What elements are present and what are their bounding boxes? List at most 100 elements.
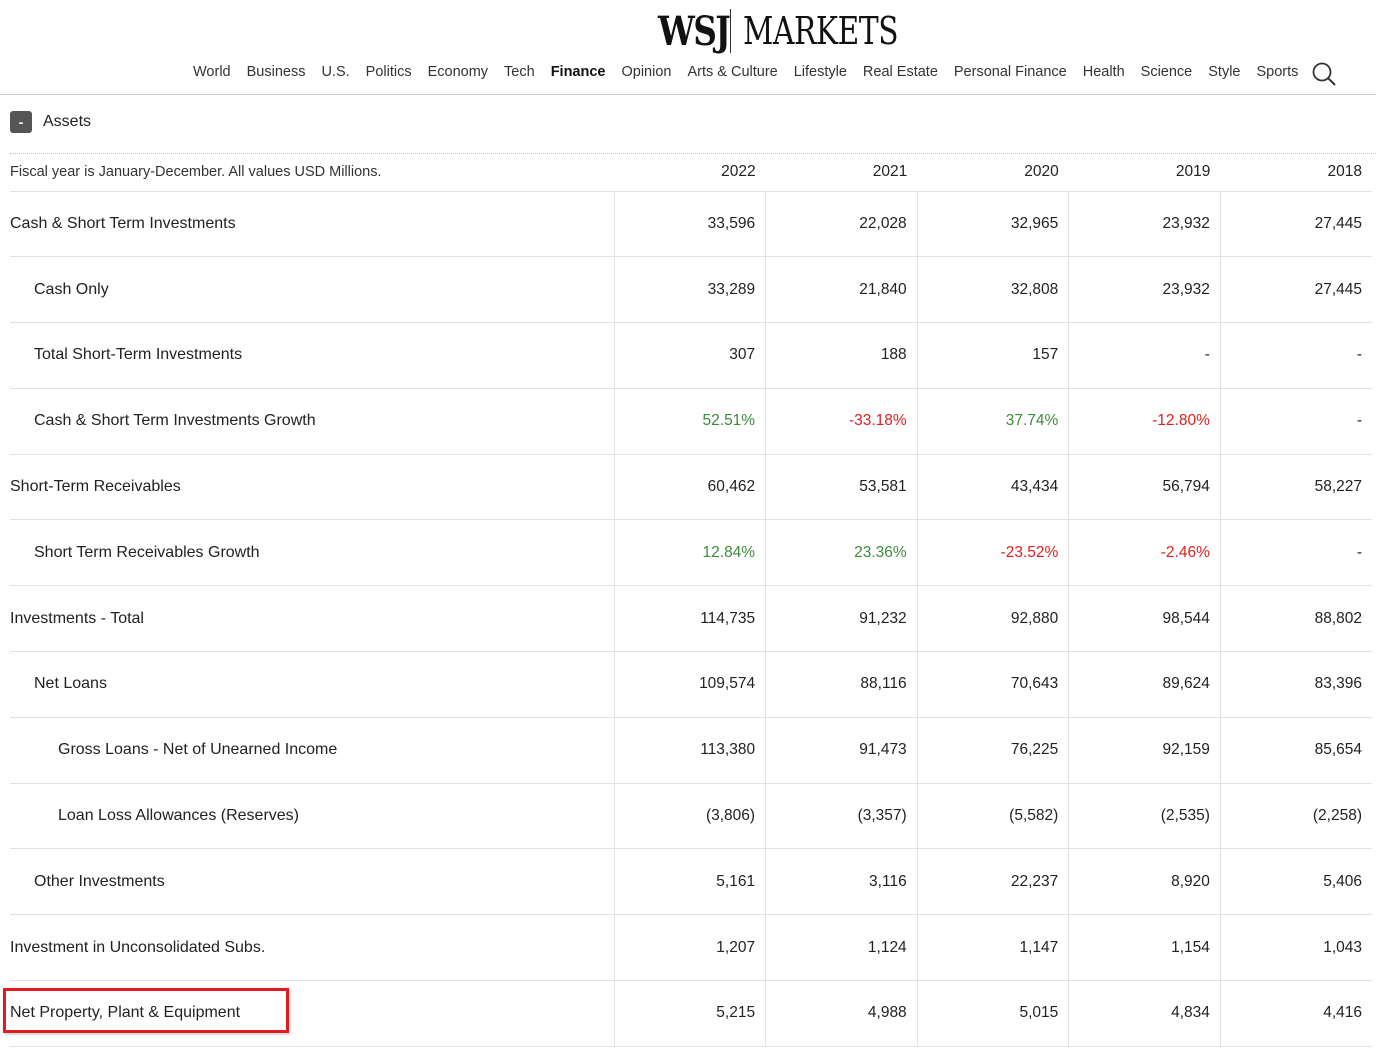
table-row: Investment in Unconsolidated Subs. 1,207 1… bbox=[10, 914, 1372, 982]
cell-value: 5,406 bbox=[1219, 848, 1372, 916]
cell-value: 88,802 bbox=[1219, 585, 1372, 653]
masthead: WSJ MARKETS World Business U.S. Politics Eco… bbox=[0, 0, 1376, 95]
cell-value: 60,462 bbox=[613, 454, 766, 521]
cell-value: 114,735 bbox=[613, 585, 766, 653]
year-header: 2018 bbox=[1220, 154, 1372, 192]
row-label: Investment in Unconsolidated Subs. bbox=[10, 914, 614, 982]
row-label: Total Short-Term Investments bbox=[10, 322, 614, 389]
row-label: Cash & Short Term Investments bbox=[10, 191, 614, 258]
cell-value: 4,988 bbox=[765, 980, 918, 1047]
nav-link-u-s[interactable]: U.S. bbox=[313, 64, 357, 80]
nav-link-finance[interactable]: Finance bbox=[543, 64, 614, 80]
row-label: Cash Only bbox=[10, 256, 614, 324]
cell-value: (5,582) bbox=[916, 783, 1069, 850]
cell-value: 52.51% bbox=[613, 388, 766, 455]
cell-value: 88,116 bbox=[765, 651, 918, 718]
cell-value: 22,237 bbox=[916, 848, 1069, 916]
cell-value: 56,794 bbox=[1068, 454, 1221, 521]
cell-value: 1,043 bbox=[1219, 914, 1372, 982]
financials-table: Fiscal year is January-December. All val… bbox=[10, 154, 1372, 1047]
cell-value: 22,028 bbox=[765, 191, 918, 258]
row-label: Gross Loans - Net of Unearned Income bbox=[10, 717, 614, 784]
row-label: Short-Term Receivables bbox=[10, 454, 614, 521]
cell-value: 12.84% bbox=[613, 519, 766, 587]
nav-link-personal-finance[interactable]: Personal Finance bbox=[946, 64, 1075, 80]
table-row: Gross Loans - Net of Unearned Income 113,… bbox=[10, 717, 1372, 784]
nav-link-health[interactable]: Health bbox=[1075, 64, 1133, 80]
row-label: Net Property, Plant & Equipment bbox=[10, 980, 614, 1047]
cell-value: -23.52% bbox=[916, 519, 1069, 587]
cell-value: 91,232 bbox=[765, 585, 918, 653]
cell-value: 92,159 bbox=[1068, 717, 1221, 784]
row-label: Investments - Total bbox=[10, 585, 614, 653]
fiscal-note: Fiscal year is January-December. All val… bbox=[10, 154, 614, 192]
nav-link-real-estate[interactable]: Real Estate bbox=[855, 64, 946, 80]
search-icon[interactable] bbox=[1310, 60, 1338, 88]
cell-value: 33,289 bbox=[613, 256, 766, 324]
nav-link-business[interactable]: Business bbox=[239, 64, 314, 80]
wsj-markets-logo[interactable]: WSJ MARKETS bbox=[658, 8, 942, 55]
cell-value: 92,880 bbox=[916, 585, 1069, 653]
cell-value: -33.18% bbox=[765, 388, 918, 455]
cell-value: 32,808 bbox=[916, 256, 1069, 324]
cell-value: -12.80% bbox=[1068, 388, 1221, 455]
cell-value: 27,445 bbox=[1219, 256, 1372, 324]
logo-divider bbox=[730, 9, 731, 53]
table-row: Loan Loss Allowances (Reserves) (3,806) (3… bbox=[10, 783, 1372, 850]
cell-value: 1,154 bbox=[1068, 914, 1221, 982]
cell-value: 23,932 bbox=[1068, 191, 1221, 258]
cell-value: - bbox=[1219, 519, 1372, 587]
cell-value: 307 bbox=[613, 322, 766, 389]
collapse-toggle-button[interactable]: - bbox=[10, 111, 32, 133]
cell-value: 188 bbox=[765, 322, 918, 389]
cell-value: 157 bbox=[916, 322, 1069, 389]
section-title: Assets bbox=[43, 113, 92, 130]
cell-value: - bbox=[1068, 322, 1221, 389]
cell-value: 83,396 bbox=[1219, 651, 1372, 718]
table-row: Cash & Short Term Investments 33,596 22,02… bbox=[10, 191, 1372, 258]
cell-value: 58,227 bbox=[1219, 454, 1372, 521]
cell-value: 98,544 bbox=[1068, 585, 1221, 653]
table-row: Short Term Receivables Growth 12.84% 23.36… bbox=[10, 519, 1372, 587]
row-label: Short Term Receivables Growth bbox=[10, 519, 614, 587]
nav-link-opinion[interactable]: Opinion bbox=[613, 64, 679, 80]
cell-value: 8,920 bbox=[1068, 848, 1221, 916]
nav-link-science[interactable]: Science bbox=[1133, 64, 1201, 80]
year-header: 2022 bbox=[614, 154, 766, 192]
nav-link-arts-culture[interactable]: Arts & Culture bbox=[679, 64, 785, 80]
cell-value: 32,965 bbox=[916, 191, 1069, 258]
cell-value: 27,445 bbox=[1219, 191, 1372, 258]
cell-value: (2,258) bbox=[1219, 783, 1372, 850]
cell-value: 3,116 bbox=[765, 848, 918, 916]
row-label: Other Investments bbox=[10, 848, 614, 916]
table-row: Net Property, Plant & Equipment 5,215 4,98… bbox=[10, 980, 1372, 1047]
table-header-row: Fiscal year is January-December. All val… bbox=[10, 154, 1372, 192]
cell-value: 23,932 bbox=[1068, 256, 1221, 324]
cell-value: -2.46% bbox=[1068, 519, 1221, 587]
cell-value: - bbox=[1219, 322, 1372, 389]
table-row: Other Investments 5,161 3,116 22,237 8,920 5,… bbox=[10, 848, 1372, 916]
nav-link-style[interactable]: Style bbox=[1200, 64, 1248, 80]
cell-value: (3,806) bbox=[613, 783, 766, 850]
nav-link-tech[interactable]: Tech bbox=[496, 64, 543, 80]
row-label: Net Loans bbox=[10, 651, 614, 718]
nav-link-sports[interactable]: Sports bbox=[1249, 64, 1307, 80]
nav-link-world[interactable]: World bbox=[185, 64, 239, 80]
cell-value: - bbox=[1219, 388, 1372, 455]
nav-link-economy[interactable]: Economy bbox=[420, 64, 496, 80]
nav-link-lifestyle[interactable]: Lifestyle bbox=[786, 64, 855, 80]
cell-value: 1,207 bbox=[613, 914, 766, 982]
cell-value: 89,624 bbox=[1068, 651, 1221, 718]
cell-value: 1,124 bbox=[765, 914, 918, 982]
cell-value: 37.74% bbox=[916, 388, 1069, 455]
year-header: 2020 bbox=[917, 154, 1069, 192]
row-label: Loan Loss Allowances (Reserves) bbox=[10, 783, 614, 850]
logo-markets: MARKETS bbox=[743, 9, 899, 53]
cell-value: 4,834 bbox=[1068, 980, 1221, 1047]
cell-value: 21,840 bbox=[765, 256, 918, 324]
nav-link-politics[interactable]: Politics bbox=[358, 64, 420, 80]
table-row: Cash Only 33,289 21,840 32,808 23,932 27,445 bbox=[10, 256, 1372, 324]
cell-value: (2,535) bbox=[1068, 783, 1221, 850]
cell-value: 5,161 bbox=[613, 848, 766, 916]
cell-value: 4,416 bbox=[1219, 980, 1372, 1047]
